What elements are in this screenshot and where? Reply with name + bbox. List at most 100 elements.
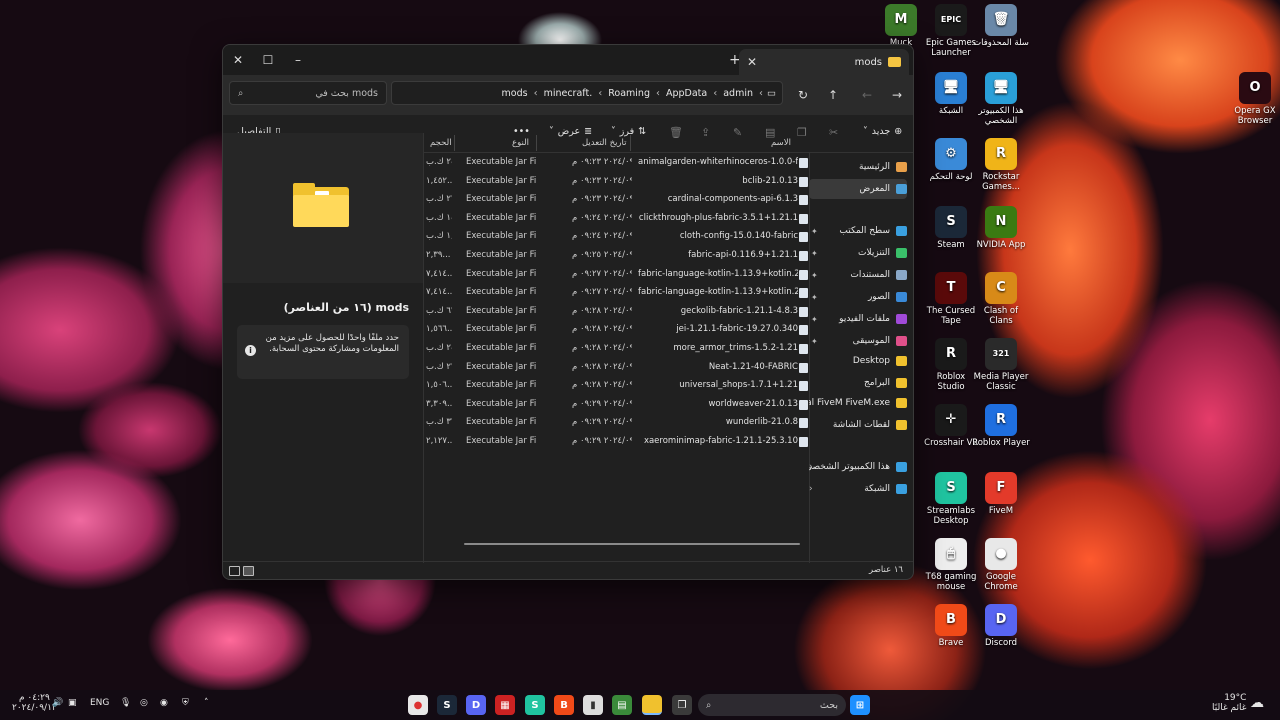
file-date: ٢٠٢٤/٠٩/١٣ ٠٩:٢٧ م: [572, 287, 632, 298]
up-arrow-icon[interactable]: ↑: [823, 85, 843, 105]
network-icon[interactable]: ▣: [68, 698, 77, 708]
table-row[interactable]: fabric-language-kotlin-1.13.9+kotlin.2.3…: [424, 266, 811, 285]
search-input[interactable]: ⌕ بحث في mods: [229, 81, 387, 105]
taskbar-search[interactable]: ⌕ بحث: [698, 694, 846, 716]
table-row[interactable]: geckolib-fabric-1.21.1-4.8.3 ٢٠٢٤/٠٩/١٣ ٠…: [424, 303, 811, 322]
nav-item[interactable]: › هذا الكمبيوتر الشخصي: [809, 457, 907, 477]
breadcrumb-separator-icon[interactable]: ‹: [759, 88, 763, 99]
taskbar: ٠٤:٢٩ م ٢٠٢٤/٠٩/١٣ 🔊 ▣ ENG 🎙 ◎ ◉ ⛨ ˄ ● S…: [0, 690, 1280, 720]
table-row[interactable]: fabric-api-0.116.9+1.21.1 ٢٠٢٤/٠٩/١٣ ٠٩:٢…: [424, 247, 811, 266]
breadcrumb-item[interactable]: minecraft.: [538, 88, 599, 99]
refresh-icon[interactable]: ↻: [793, 85, 813, 105]
forward-arrow-icon[interactable]: ←: [857, 85, 877, 105]
back-arrow-icon[interactable]: →: [887, 85, 907, 105]
desktop-icon-recycle[interactable]: 🗑 سلة المحذوفات: [972, 4, 1030, 48]
mouse-taskbar-icon[interactable]: ▮: [583, 695, 603, 715]
nav-item[interactable]: الرئيسية: [809, 157, 907, 177]
nav-item[interactable]: ✦ المستندات: [809, 265, 907, 285]
new-button[interactable]: ˅ جديد ⊕: [863, 126, 902, 137]
volume-icon[interactable]: 🔊: [52, 698, 63, 708]
file-explorer-taskbar-icon[interactable]: [642, 695, 662, 715]
desktop-icon-roblox-player[interactable]: R Roblox Player: [972, 404, 1030, 448]
table-row[interactable]: cloth-config-15.0.140-fabric ٢٠٢٤/٠٩/١٣ ٠…: [424, 228, 811, 247]
maximize-button[interactable]: ☐: [253, 45, 283, 75]
desktop-icon-opera[interactable]: O Opera GX Browser: [1226, 72, 1280, 126]
streamlabs-taskbar-icon[interactable]: S: [525, 695, 545, 715]
breadcrumb-item[interactable]: AppData: [660, 88, 713, 99]
table-row[interactable]: worldweaver-21.0.13 ٢٠٢٤/٠٩/١٣ ٠٩:٢٩ م Exe…: [424, 396, 811, 415]
table-row[interactable]: jei-1.21.1-fabric-19.27.0.340 ٢٠٢٤/٠٩/١٣ …: [424, 321, 811, 340]
table-row[interactable]: clickthrough-plus-fabric-3.5.1+1.21.1 ٢٠٢…: [424, 210, 811, 229]
nav-item[interactable]: ✦ ملفات الفيديو: [809, 309, 907, 329]
language-indicator[interactable]: ENG: [90, 698, 109, 708]
add-icon: ⊕: [894, 126, 903, 137]
address-bar[interactable]: mods ‹ minecraft. ‹ Roaming ‹ AppData ‹ admin ‹ ▭: [391, 81, 783, 105]
chevron-right-icon[interactable]: ›: [809, 484, 813, 494]
clock[interactable]: ٠٤:٢٩ م ٢٠٢٤/٠٩/١٣: [12, 693, 57, 713]
security-icon[interactable]: ⛨: [182, 698, 189, 708]
cut-icon[interactable]: ✂: [829, 126, 838, 139]
tab-mods[interactable]: ✕ mods: [739, 49, 909, 75]
close-tab-icon[interactable]: ✕: [747, 55, 757, 69]
table-row[interactable]: bclib-21.0.13 ٢٠٢٤/٠٩/١٣ ٠٩:٢٣ م Executabl…: [424, 173, 811, 192]
store-taskbar-icon[interactable]: ▤: [612, 695, 632, 715]
column-date[interactable]: تاريخ التعديل: [582, 138, 627, 148]
nav-item[interactable]: المعرض: [809, 179, 907, 199]
nav-item[interactable]: Desktop: [809, 351, 907, 371]
table-row[interactable]: wunderlib-21.0.8 ٢٠٢٤/٠٩/١٣ ٠٩:٢٩ م Execut…: [424, 414, 811, 433]
chevron-up-icon[interactable]: ˄: [204, 698, 209, 708]
horizontal-scrollbar[interactable]: [464, 543, 800, 545]
task-view-icon[interactable]: ❐: [672, 695, 692, 715]
nav-item[interactable]: البرامج: [809, 373, 907, 393]
table-row[interactable]: universal_shops-1.7.1+1.21 ٢٠٢٤/٠٩/١٣ ٠٩:…: [424, 377, 811, 396]
nav-item[interactable]: cal FiveM FiveM.exe: [809, 393, 907, 413]
details-view-icon[interactable]: [243, 566, 254, 576]
tray-app-icon[interactable]: ◎: [140, 698, 148, 708]
microphone-icon[interactable]: 🎙: [120, 698, 131, 708]
chrome-taskbar-icon[interactable]: ●: [408, 695, 428, 715]
computer-icon[interactable]: ▭: [767, 88, 776, 99]
table-row[interactable]: xaerominimap-fabric-1.21.1-25.3.10 ٢٠٢٤/٠…: [424, 433, 811, 452]
discord-taskbar-icon[interactable]: D: [466, 695, 486, 715]
table-row[interactable]: more_armor_trims-1.5.2-1.21 ٢٠٢٤/٠٩/١٣ ٠٩…: [424, 340, 811, 359]
breadcrumb-item[interactable]: admin: [717, 88, 759, 99]
file-type: Executable Jar File: [466, 250, 536, 260]
brave-taskbar-icon[interactable]: B: [554, 695, 574, 715]
nav-item[interactable]: لقطات الشاشة: [809, 415, 907, 435]
weather-widget[interactable]: 19°C غائم غالبًا: [1212, 693, 1246, 713]
close-window-button[interactable]: ✕: [223, 45, 253, 75]
desktop-icon-nvidia[interactable]: N NVIDIA App: [972, 206, 1030, 250]
desktop-icon-mpc[interactable]: 321 Media Player Classic: [972, 338, 1030, 392]
file-type: Executable Jar File: [466, 157, 536, 167]
table-row[interactable]: fabric-language-kotlin-1.13.9+kotlin.2.3…: [424, 284, 811, 303]
column-name[interactable]: الاسم: [771, 138, 791, 148]
steam-tray-icon[interactable]: ◉: [160, 698, 168, 708]
nav-item[interactable]: ✦ الصور: [809, 287, 907, 307]
nav-item[interactable]: › الشبكة: [809, 479, 907, 499]
table-row[interactable]: Neat-1.21-40-FABRIC ٢٠٢٤/٠٩/١٣ ٠٩:٢٨ م Exe…: [424, 359, 811, 378]
column-type[interactable]: النوع: [512, 138, 529, 148]
desktop-icon-chrome-d[interactable]: ● Google Chrome: [972, 538, 1030, 592]
desktop-icon-thispc[interactable]: 🖥 هذا الكمبيوتر الشخصي: [972, 72, 1030, 126]
desktop-icon-rockstar[interactable]: R Rockstar Games...: [972, 138, 1030, 192]
details-hint: حدد ملفًا واحدًا للحصول على مزيد من المع…: [265, 333, 399, 354]
pin-icon: ✦: [811, 248, 818, 258]
nav-item[interactable]: ✦ التنزيلات: [809, 243, 907, 263]
nav-item[interactable]: ✦ سطح المكتب: [809, 221, 907, 241]
table-row[interactable]: cardinal-components-api-6.1.3 ٢٠٢٤/٠٩/١٣ …: [424, 191, 811, 210]
nav-item[interactable]: ✦ الموسيقى: [809, 331, 907, 351]
breadcrumb-item[interactable]: mods: [496, 88, 534, 99]
desktop-icon-clash[interactable]: C Clash of Clans: [972, 272, 1030, 326]
start-icon[interactable]: ⊞: [850, 695, 870, 715]
tiles-view-icon[interactable]: [229, 566, 240, 576]
chevron-right-icon[interactable]: ›: [809, 462, 813, 472]
desktop-icon-discord[interactable]: D Discord: [972, 604, 1030, 648]
table-row[interactable]: animalgarden-whiterhinoceros-1.0.0-fab..…: [424, 154, 811, 173]
app-taskbar-icon[interactable]: ▦: [495, 695, 515, 715]
steam-taskbar-icon[interactable]: S: [437, 695, 457, 715]
details-hint-card: i حدد ملفًا واحدًا للحصول على مزيد من ال…: [237, 325, 409, 379]
minimize-button[interactable]: –: [283, 45, 313, 75]
breadcrumb-item[interactable]: Roaming: [602, 88, 656, 99]
column-size[interactable]: الحجم: [430, 138, 452, 148]
desktop-icon-fivem[interactable]: F FiveM: [972, 472, 1030, 516]
